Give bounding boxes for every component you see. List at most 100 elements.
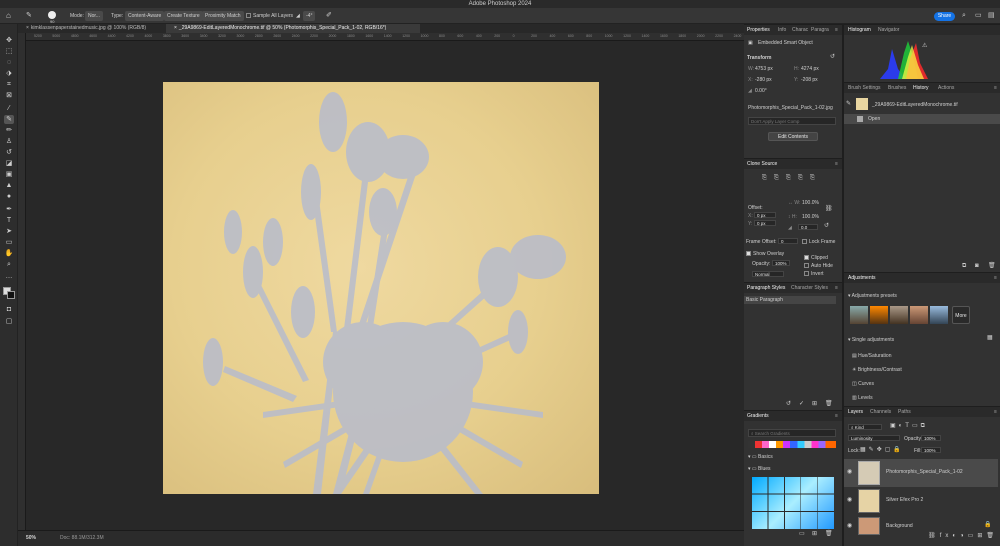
gradient-group-blues[interactable]: ▾ ▭ Blues <box>748 466 771 472</box>
tab-document-1[interactable]: × kimklassenpaperstainedmusic.jpg @ 100% … <box>18 24 166 33</box>
history-brush-tool-icon[interactable]: ↺ <box>4 148 14 157</box>
clone-source-5-icon[interactable]: ⎘ <box>810 175 815 182</box>
dodge-tool-icon[interactable]: ● <box>4 192 14 201</box>
path-selection-tool-icon[interactable]: ➤ <box>4 227 14 236</box>
panel-menu-icon[interactable]: ≡ <box>835 283 838 293</box>
clone-source-4-icon[interactable]: ⎘ <box>798 175 803 182</box>
type-create-texture-button[interactable]: Create Texture <box>164 11 203 21</box>
tab-clone-source[interactable]: Clone Source <box>747 159 777 169</box>
visibility-eye-icon[interactable]: ◉ <box>847 469 852 476</box>
layer-comp-select[interactable]: Don't Apply Layer Comp <box>748 117 836 125</box>
adjustment-hue-saturation[interactable]: ▤ Hue/Saturation <box>852 353 891 359</box>
history-state-open[interactable]: Open <box>844 114 1000 124</box>
overlay-blend-select[interactable]: Normal <box>752 271 784 277</box>
x-value[interactable]: -280 px <box>755 77 772 83</box>
layer-opacity-field[interactable]: 100% <box>921 435 941 441</box>
angle-value[interactable]: 0.00° <box>755 88 767 94</box>
tab-layers[interactable]: Layers <box>848 407 863 417</box>
edit-contents-button[interactable]: Edit Contents <box>768 132 818 141</box>
lock-options-icons[interactable]: ▦✎✥▢🔒 <box>860 447 920 454</box>
commit-icon[interactable]: ✓ <box>799 401 804 408</box>
width-value[interactable]: 4753 px <box>755 66 773 72</box>
eyedropper-tool-icon[interactable]: ⁄ <box>4 104 14 113</box>
gradient-group-basics[interactable]: ▾ ▭ Basics <box>748 454 773 460</box>
layer-row-photomorphis[interactable]: ◉ Photomorphis_Special_Pack_1-02 <box>844 459 998 487</box>
width-scale-value[interactable]: 100.0% <box>802 200 819 206</box>
layer-row-silver-efex[interactable]: ◉ Silver Efex Pro 2 <box>844 487 998 515</box>
type-tool-icon[interactable]: T <box>4 216 14 225</box>
tab-paragraph[interactable]: Paragra <box>811 25 829 35</box>
new-style-icon[interactable]: ⊞ <box>812 401 817 408</box>
search-gradients-input[interactable]: ⌕ Search Gradients <box>748 429 836 437</box>
eraser-tool-icon[interactable]: ◪ <box>4 159 14 168</box>
tab-navigator[interactable]: Navigator <box>878 25 899 35</box>
object-selection-tool-icon[interactable]: ⬗ <box>4 69 14 78</box>
clipped-checkbox[interactable]: Clipped <box>804 255 828 261</box>
preset-thumbnail-1[interactable] <box>850 306 868 324</box>
delete-gradient-icon[interactable]: 🗑 <box>825 531 833 538</box>
tab-document-2[interactable]: × _29A9869-EditLayeredMonochrome.tif @ 50… <box>166 24 420 33</box>
quick-mask-icon[interactable]: ◘ <box>4 305 14 314</box>
adjustment-brightness-contrast[interactable]: ☀ Brightness/Contrast <box>852 367 902 373</box>
gradient-tool-icon[interactable]: ▣ <box>4 170 14 179</box>
crop-tool-icon[interactable]: ⌗ <box>4 80 14 89</box>
warning-icon[interactable]: ⚠ <box>922 43 927 50</box>
single-adjustments-toggle[interactable]: ▾ Single adjustments <box>848 337 894 343</box>
tab-history[interactable]: History <box>913 83 929 93</box>
panel-menu-icon[interactable]: ≡ <box>994 273 997 283</box>
clear-override-icon[interactable]: ↺ <box>786 401 791 408</box>
arrange-icon[interactable]: ▤ <box>988 11 995 21</box>
layer-actions-icons[interactable]: ⛓fx◐◑▭⊞🗑 <box>928 533 998 540</box>
share-button[interactable]: Share <box>934 12 955 21</box>
tab-info[interactable]: Info <box>778 25 786 35</box>
background-color-swatch[interactable] <box>7 291 15 299</box>
marquee-tool-icon[interactable]: ⬚ <box>4 47 14 56</box>
brush-angle-field[interactable]: -4° <box>303 11 316 21</box>
blur-tool-icon[interactable]: ▲ <box>4 181 14 190</box>
overlay-opacity-field[interactable]: 100% <box>772 260 790 266</box>
tab-paragraph-styles[interactable]: Paragraph Styles <box>747 283 785 293</box>
snapshot-thumbnail[interactable] <box>856 98 868 110</box>
tab-adjustments[interactable]: Adjustments <box>848 273 876 283</box>
panel-menu-icon[interactable]: ≡ <box>994 407 997 417</box>
preset-thumbnail-3[interactable] <box>890 306 908 324</box>
new-group-icon[interactable]: ▭ <box>799 531 805 538</box>
tab-actions[interactable]: Actions <box>938 83 954 93</box>
tab-channels[interactable]: Channels <box>870 407 891 417</box>
clone-source-3-icon[interactable]: ⎘ <box>786 175 791 182</box>
shape-tool-icon[interactable]: ▭ <box>4 238 14 247</box>
close-icon[interactable]: × <box>174 25 177 31</box>
clone-source-2-icon[interactable]: ⎘ <box>774 175 779 182</box>
new-gradient-icon[interactable]: ⊞ <box>812 531 817 538</box>
snapshot-camera-icon[interactable]: ◙ <box>975 263 979 270</box>
workspace-icon[interactable]: ▭ <box>975 11 982 21</box>
invert-checkbox[interactable]: Invert <box>804 271 824 277</box>
delete-state-icon[interactable]: 🗑 <box>988 263 996 270</box>
show-overlay-checkbox[interactable]: Show Overlay <box>746 251 784 257</box>
lock-frame-checkbox[interactable]: Lock Frame <box>802 239 835 245</box>
panel-menu-icon[interactable]: ≡ <box>994 83 997 93</box>
brush-tool-icon[interactable]: ✏ <box>4 126 14 135</box>
rotate-field[interactable]: 0.0 <box>798 224 818 230</box>
frame-offset-field[interactable]: 0 <box>778 238 798 244</box>
layer-filter-icons[interactable]: ▣◐T▭⧉ <box>890 423 950 430</box>
more-presets-button[interactable]: More <box>952 306 970 324</box>
link-icon[interactable]: ⛓ <box>825 206 833 213</box>
document-info[interactable]: Doc: 88.1M/312.3M <box>60 531 104 545</box>
clone-stamp-tool-icon[interactable]: ♙ <box>4 137 14 146</box>
layer-name[interactable]: Silver Efex Pro 2 <box>886 497 923 503</box>
paragraph-style-basic[interactable]: Basic Paragraph <box>744 296 836 304</box>
panel-menu-icon[interactable]: ≡ <box>835 411 838 421</box>
tab-brushes[interactable]: Brushes <box>888 83 906 93</box>
offset-y-field[interactable]: 0 px <box>754 220 776 226</box>
preset-thumbnail-4[interactable] <box>910 306 928 324</box>
lasso-tool-icon[interactable]: ◌ <box>4 58 14 67</box>
new-document-from-state-icon[interactable]: ⧉ <box>962 263 966 270</box>
panel-menu-icon[interactable]: ≡ <box>835 25 838 35</box>
offset-x-field[interactable]: 0 px <box>754 212 776 218</box>
document-canvas[interactable] <box>163 82 599 494</box>
tab-properties[interactable]: Properties <box>747 25 770 35</box>
adjustments-presets-toggle[interactable]: ▾ Adjustments presets <box>848 293 897 299</box>
type-content-aware-button[interactable]: Content-Aware <box>125 11 165 21</box>
auto-hide-checkbox[interactable]: Auto Hide <box>804 263 833 269</box>
